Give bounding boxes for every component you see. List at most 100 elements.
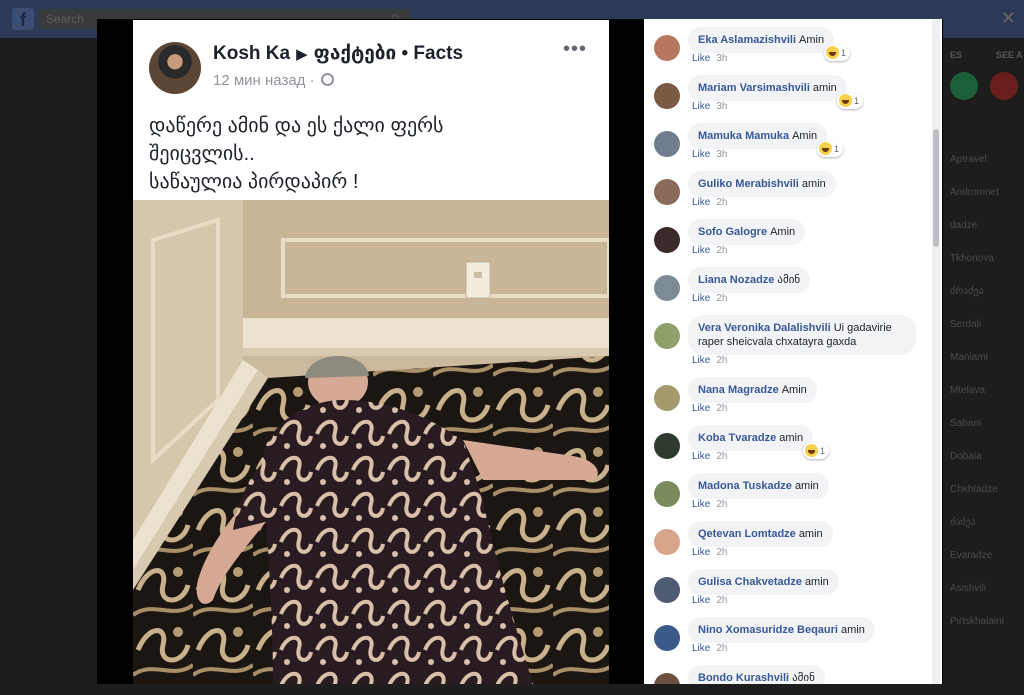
commenter-avatar[interactable] [654, 35, 680, 61]
comment-bubble: Koba Tvaradze amin [688, 425, 814, 451]
comment-time[interactable]: 3h [716, 149, 727, 160]
background-contact-name[interactable]: ძაძეა [950, 517, 976, 528]
comment-time[interactable]: 2h [716, 451, 727, 462]
comment-like-link[interactable]: Like [692, 355, 710, 366]
scrollbar-thumb[interactable] [933, 129, 939, 247]
comment-actions: Like 2h [692, 403, 727, 414]
post-text: დაწერე ამინ და ეს ქალი ფერს შეიცვლის.. ს… [149, 112, 589, 196]
commenter-name[interactable]: Qetevan Lomtadze [698, 528, 796, 540]
commenter-name[interactable]: Nana Magradze [698, 384, 779, 396]
commenter-name[interactable]: Eka Aslamazishvili [698, 34, 796, 46]
background-contact-name[interactable]: ძრაძეა [950, 286, 984, 297]
commenter-avatar[interactable] [654, 131, 680, 157]
comment-like-link[interactable]: Like [692, 451, 710, 462]
see-all-link[interactable]: SEE A [996, 50, 1023, 60]
comment-time[interactable]: 2h [716, 547, 727, 558]
reaction-count[interactable]: 1 [837, 93, 864, 109]
comment-text: amin [812, 82, 837, 94]
commenter-name[interactable]: Liana Nozadze [698, 274, 774, 286]
background-contact-name[interactable]: Tkhonova [950, 253, 994, 264]
comment-like-link[interactable]: Like [692, 53, 710, 64]
comment-time[interactable]: 2h [716, 355, 727, 366]
background-contact-name[interactable]: Aptravel [950, 154, 987, 165]
comment-like-link[interactable]: Like [692, 293, 710, 304]
comments-scrollbar[interactable] [932, 19, 940, 684]
commenter-name[interactable]: Bondo Kurashvili [698, 672, 789, 684]
reaction-count[interactable]: 1 [824, 45, 851, 61]
comment-text: amin [779, 432, 804, 444]
background-contact-name[interactable]: Sabani [950, 418, 981, 429]
commenter-avatar[interactable] [654, 83, 680, 109]
more-options-icon[interactable]: ••• [563, 38, 587, 61]
close-icon[interactable]: ✕ [1001, 8, 1016, 29]
background-contact-name[interactable]: Andromnet [950, 187, 999, 198]
commenter-avatar[interactable] [654, 673, 680, 684]
background-contact-name[interactable]: Mtelava [950, 385, 985, 396]
comment-like-link[interactable]: Like [692, 643, 710, 654]
commenter-avatar[interactable] [654, 323, 680, 349]
commenter-name[interactable]: Guliko Merabishvili [698, 178, 799, 190]
comment-like-link[interactable]: Like [692, 197, 710, 208]
commenter-name[interactable]: Nino Xomasuridze Beqauri [698, 624, 838, 636]
post-photo[interactable] [133, 200, 609, 684]
commenter-name[interactable]: Mamuka Mamuka [698, 130, 789, 142]
comment-like-link[interactable]: Like [692, 595, 710, 606]
commenter-name[interactable]: Gulisa Chakvetadze [698, 576, 802, 588]
background-contact-name[interactable]: dadze [950, 220, 977, 231]
comment-actions: Like 3h [692, 101, 727, 112]
comments-panel[interactable]: Eka Aslamazishvili Amin Like 3h 1 Mariam Vars… [644, 19, 942, 684]
commenter-name[interactable]: Vera Veronika Dalalishvili [698, 322, 831, 334]
commenter-name[interactable]: Madona Tuskadze [698, 480, 792, 492]
reaction-number: 1 [820, 446, 826, 456]
background-contact-name[interactable]: Maniami [950, 352, 988, 363]
commenter-avatar[interactable] [654, 481, 680, 507]
reaction-count[interactable]: 1 [803, 443, 830, 459]
commenter-avatar[interactable] [654, 385, 680, 411]
commenter-name[interactable]: Sofo Galogre [698, 226, 767, 238]
comment-time[interactable]: 2h [716, 499, 727, 510]
comment-text: amin [840, 624, 865, 636]
comment-bubble: Mamuka Mamuka Amin [688, 123, 828, 149]
author-name[interactable]: Kosh Ka [213, 43, 290, 64]
comment-text: amin [801, 178, 826, 190]
post-time[interactable]: 12 мин назад [213, 72, 305, 89]
group-badge-icon [950, 72, 978, 100]
background-sidebar: ES SEE A Aptravel Andromnet dadze Tkhonova ძ… [944, 38, 1024, 695]
background-contact-name[interactable]: Asishvili [950, 583, 986, 594]
commenter-avatar[interactable] [654, 577, 680, 603]
post-header: Kosh Ka ▶ ფაქტები • Facts 12 мин назад · •… [133, 20, 609, 200]
commenter-avatar[interactable] [654, 179, 680, 205]
reaction-count[interactable]: 1 [817, 141, 844, 157]
background-contact-name[interactable]: Pirtskhalaini [950, 616, 1004, 627]
comment-like-link[interactable]: Like [692, 149, 710, 160]
commenter-avatar[interactable] [654, 529, 680, 555]
commenter-avatar[interactable] [654, 227, 680, 253]
comment-like-link[interactable]: Like [692, 101, 710, 112]
author-avatar[interactable] [149, 42, 201, 94]
background-contact-name[interactable]: Chkhtadze [950, 484, 998, 495]
background-contact-name[interactable]: Serdali [950, 319, 981, 330]
comment-like-link[interactable]: Like [692, 403, 710, 414]
comment-time[interactable]: 2h [716, 595, 727, 606]
comment-time[interactable]: 2h [716, 643, 727, 654]
commenter-avatar[interactable] [654, 275, 680, 301]
comment-time[interactable]: 3h [716, 101, 727, 112]
commenter-avatar[interactable] [654, 625, 680, 651]
background-contact-name[interactable]: Evaradze [950, 550, 992, 561]
comment-like-link[interactable]: Like [692, 547, 710, 558]
commenter-avatar[interactable] [654, 433, 680, 459]
comment-time[interactable]: 3h [716, 53, 727, 64]
comment-time[interactable]: 2h [716, 293, 727, 304]
comment-time[interactable]: 2h [716, 245, 727, 256]
comment-actions: Like 2h [692, 547, 727, 558]
commenter-name[interactable]: Mariam Varsimashvili [698, 82, 810, 94]
page-name[interactable]: ფაქტები • Facts [314, 43, 463, 64]
comment-like-link[interactable]: Like [692, 499, 710, 510]
comment-like-link[interactable]: Like [692, 245, 710, 256]
comment-bubble: Nino Xomasuridze Beqauri amin [688, 617, 875, 643]
commenter-name[interactable]: Koba Tvaradze [698, 432, 776, 444]
comment-time[interactable]: 2h [716, 197, 727, 208]
comment-actions: Like 2h [692, 643, 727, 654]
comment-time[interactable]: 2h [716, 403, 727, 414]
background-contact-name[interactable]: Dobaia [950, 451, 982, 462]
